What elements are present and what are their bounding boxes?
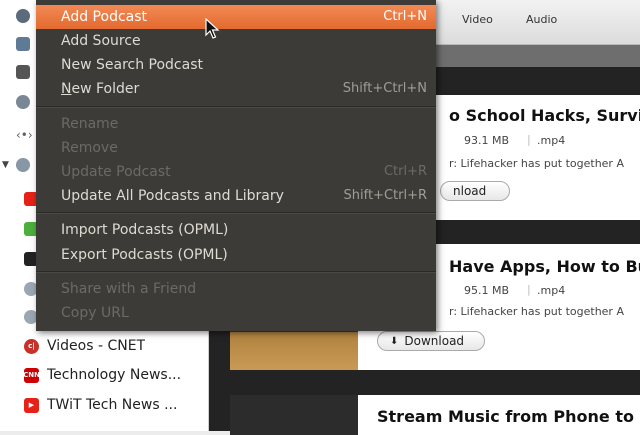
download-button[interactable]: ⬇ Download	[377, 331, 485, 351]
tab-video[interactable]: Video	[462, 13, 493, 26]
sidebar-item-label: Videos - CNET	[47, 338, 146, 354]
menu-item-import-opml[interactable]: Import Podcasts (OPML)	[36, 218, 436, 242]
sidebar-item-technology-news[interactable]: CNN Technology News...	[23, 362, 182, 388]
download-icon: ⬇	[390, 335, 399, 347]
menu-item-label: Update All Podcasts and Library	[61, 188, 284, 204]
menu-item-remove: Remove	[36, 136, 436, 160]
menu-item-update-podcast: Update Podcast Ctrl+R	[36, 160, 436, 184]
menu-item-add-podcast[interactable]: Add Podcast Ctrl+N	[36, 5, 436, 29]
menu-separator	[36, 212, 436, 214]
item-separator: |	[527, 283, 531, 296]
mouse-cursor-icon	[205, 18, 220, 39]
menu-item-label: Copy URL	[61, 305, 129, 321]
podcasts-globe-icon[interactable]	[16, 158, 30, 172]
sources-icon[interactable]: ‹•›	[16, 128, 33, 142]
menu-separator	[36, 106, 436, 108]
cnet-icon: c|	[24, 338, 39, 354]
menu-item-label: New Search Podcast	[61, 57, 203, 73]
item-size: 93.1 MB	[464, 134, 510, 147]
menu-item-update-all[interactable]: Update All Podcasts and Library Shift+Ct…	[36, 184, 436, 208]
menu-item-label: Rename	[61, 116, 119, 132]
menu-item-label: Update Podcast	[61, 164, 171, 180]
sidebar-item-videos-cnet[interactable]: c| Videos - CNET	[24, 333, 145, 359]
menu-item-label: New Folder	[61, 81, 139, 97]
item-size: 95.1 MB	[464, 284, 510, 297]
expand-arrow-icon[interactable]: ▼	[2, 160, 9, 170]
menu-item-shortcut: Shift+Ctrl+N	[342, 81, 427, 96]
mnemonic: N	[61, 81, 72, 97]
search-icon[interactable]	[16, 95, 30, 109]
menu-item-shortcut: Ctrl+R	[383, 164, 427, 179]
youtube-icon: ▶	[24, 397, 39, 413]
menu-item-copy-url: Copy URL	[36, 301, 436, 325]
item-thumbnail	[230, 395, 358, 435]
menu-item-label: Share with a Friend	[61, 281, 197, 297]
mnemonic-rest: ew Folder	[71, 81, 140, 97]
cnn-icon: CNN	[23, 367, 40, 383]
download-label: nload	[453, 184, 487, 198]
video-icon[interactable]	[16, 37, 30, 51]
download-label: Download	[404, 334, 465, 348]
menu-item-label: Add Source	[61, 33, 141, 49]
menu-item-label: Export Podcasts (OPML)	[61, 247, 228, 263]
sidebar-item-twit-tech-news[interactable]: ▶ TWiT Tech News ...	[24, 392, 177, 418]
item-title: Have Apps, How to Buil	[449, 257, 640, 276]
sidebar-item-label: Technology News...	[47, 367, 182, 383]
sidebar-item-label: TWiT Tech News ...	[47, 397, 178, 413]
item-title: Stream Music from Phone to	[377, 407, 634, 426]
menu-item-new-folder[interactable]: New Folder Shift+Ctrl+N	[36, 77, 436, 101]
item-title: o School Hacks, Survive	[449, 106, 640, 125]
menu-item-label: Add Podcast	[61, 9, 148, 25]
menu-item-label: Import Podcasts (OPML)	[61, 222, 229, 238]
menu-item-add-source[interactable]: Add Source	[36, 29, 436, 53]
tab-audio[interactable]: Audio	[526, 13, 557, 26]
menu-item-label: Remove	[61, 140, 118, 156]
podcast-context-menu: Add Podcast Ctrl+N Add Source New Search…	[36, 0, 436, 331]
menu-item-export-opml[interactable]: Export Podcasts (OPML)	[36, 243, 436, 267]
menu-item-shortcut: Ctrl+N	[383, 9, 427, 24]
menu-item-rename: Rename	[36, 112, 436, 136]
download-button[interactable]: nload	[440, 181, 510, 201]
speaker-icon[interactable]	[16, 65, 30, 79]
menu-item-shortcut: Shift+Ctrl+R	[343, 188, 428, 203]
item-description: r: Lifehacker has put together A	[449, 157, 624, 170]
item-description: r: Lifehacker has put together A	[449, 305, 624, 318]
list-item[interactable]: Stream Music from Phone to	[230, 395, 640, 435]
item-format: .mp4	[537, 284, 566, 297]
menu-item-new-search-podcast[interactable]: New Search Podcast	[36, 53, 436, 77]
item-format: .mp4	[537, 134, 566, 147]
menu-item-share: Share with a Friend	[36, 277, 436, 301]
item-separator: |	[527, 133, 531, 146]
menu-separator	[36, 271, 436, 273]
music-icon[interactable]	[16, 9, 30, 23]
